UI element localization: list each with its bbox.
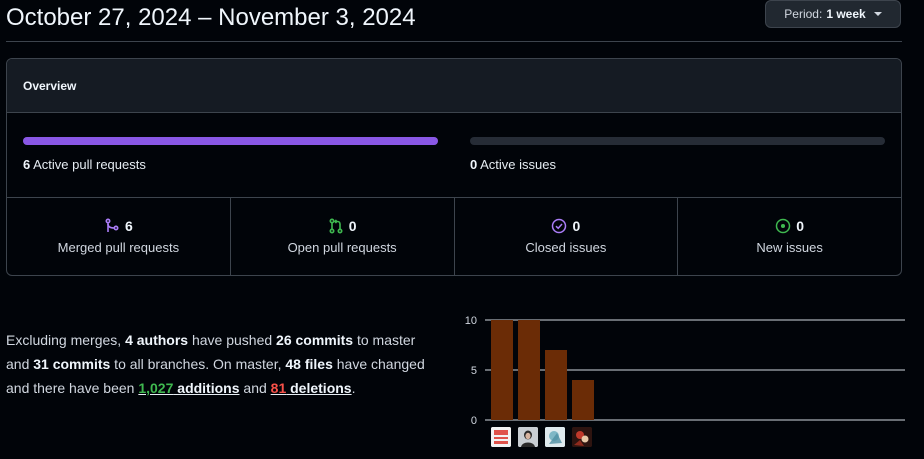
additions-link[interactable]: 1,027 additions [138,380,239,396]
active-pull-requests-count: 6 [23,157,31,172]
character-avatar-icon [572,427,592,447]
summary-text: Excluding merges, [6,332,126,348]
open-pull-requests-stat[interactable]: 0 Open pull requests [231,198,455,275]
new-issues-label: New issues [756,240,823,255]
issue-opened-icon [775,218,791,234]
merged-pull-requests-stat[interactable]: 6 Merged pull requests [7,198,231,275]
active-issues-link[interactable]: 0 Active issues [470,157,556,172]
summary-text: and [239,380,271,396]
active-issues-label: Active issues [480,157,557,172]
summary-text: . [351,380,356,396]
commits-by-author-chart: 0 5 10 [455,305,905,455]
additions-count: 1,027 [138,380,174,396]
author-avatar-4[interactable] [572,427,592,447]
pull-requests-progress-bar[interactable] [23,137,438,145]
commit-bar[interactable] [545,350,567,420]
author-avatar-2[interactable] [518,427,538,447]
merged-pull-requests-label: Merged pull requests [57,240,180,255]
active-pull-requests-label: Active pull requests [33,157,146,172]
new-issues-value: 0 [796,218,805,234]
new-issues-stat[interactable]: 0 New issues [678,198,901,275]
author-avatar-3[interactable] [545,427,565,447]
all-commits-count: 31 commits [33,356,111,372]
overview-stats: 6 Merged pull requests 0 Open pull reque… [7,198,901,275]
summary-text: have pushed [188,332,277,348]
overview-title: Overview [23,78,77,93]
issues-progress-bar[interactable] [470,137,885,145]
git-merge-icon [105,218,119,232]
active-pull-requests-link[interactable]: 6 Active pull requests [23,157,146,172]
y-tick-label: 0 [471,415,477,427]
commit-bar[interactable] [518,320,540,420]
period-prefix: Period: [784,7,823,21]
identicon-icon [491,427,511,447]
closed-issues-value: 0 [572,218,581,234]
person-photo-icon [518,427,538,447]
files-count: 48 files [285,356,333,372]
open-pull-requests-value: 0 [348,218,357,234]
summary-text: to all branches. On master, [110,356,286,372]
period-value: 1 week [826,7,866,21]
y-tick-label: 5 [471,365,477,377]
deletions-link[interactable]: 81 deletions [271,380,352,396]
overview-panel: Overview 6 Active pull requests 0 Active… [6,58,902,276]
activity-bars: 6 Active pull requests 0 Active issues [7,113,901,198]
deletions-word: deletions [286,380,352,396]
commit-summary: Excluding merges, 4 authors have pushed … [6,328,426,400]
commit-bar[interactable] [491,320,513,420]
triangle-down-icon [873,12,882,16]
period-dropdown-button[interactable]: Period: 1 week [765,0,901,28]
master-commits-count: 26 commits [276,332,354,348]
author-avatar-1[interactable] [491,427,511,447]
merged-pull-requests-value: 6 [124,218,133,234]
git-pull-request-icon [329,218,343,234]
authors-count: 4 authors [125,332,189,348]
open-pull-requests-label: Open pull requests [287,240,397,255]
header-divider [6,41,902,42]
additions-word: additions [173,380,240,396]
active-issues-count: 0 [470,157,478,172]
closed-issues-label: Closed issues [525,240,607,255]
deletions-count: 81 [270,380,287,396]
closed-issues-stat[interactable]: 0 Closed issues [455,198,679,275]
y-tick-label: 10 [465,315,477,327]
commit-bar[interactable] [572,380,594,420]
illustration-avatar-icon [545,427,565,447]
pull-requests-progress-fill [23,137,438,145]
overview-header: Overview [7,59,901,113]
page-title: October 27, 2024 – November 3, 2024 [6,4,416,31]
issue-closed-icon [552,218,567,234]
